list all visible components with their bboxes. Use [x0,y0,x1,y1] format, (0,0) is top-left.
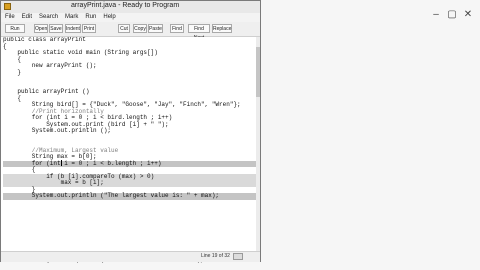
code-text[interactable]: public class arrayPrint{ public static v… [3,37,256,245]
window-controls: – ▢ ✕ [421,6,480,24]
code-line[interactable] [3,239,256,246]
editor-window: arrayPrint.java - Ready to Program File … [0,0,261,262]
replace-button[interactable]: Replace [212,24,232,33]
find-button[interactable]: Find [170,24,184,33]
menu-edit[interactable]: Edit [22,13,32,22]
menu-mark[interactable]: Mark [65,13,78,22]
close-icon[interactable]: ✕ [462,9,474,21]
indent-button[interactable]: Indent [65,24,81,33]
cut-button[interactable]: Cut [118,24,130,33]
code-editor[interactable]: public class arrayPrint{ public static v… [3,37,256,251]
find-next-button[interactable]: Find Next [188,24,210,41]
open-button[interactable]: Open [34,24,48,33]
status-button[interactable] [233,253,243,260]
window-title: arrayPrint.java - Ready to Program [71,2,180,9]
toolbar: Run Open Save Indent Print Cut Copy Past… [1,22,260,41]
copy-button[interactable]: Copy [133,24,147,33]
scrollbar-thumb[interactable] [256,47,260,97]
maximize-icon[interactable]: ▢ [446,9,458,21]
cursor-position: Line 19 of 32 [201,253,230,259]
run-button[interactable]: Run [5,24,25,33]
menu-search[interactable]: Search [39,13,58,22]
menu-file[interactable]: File [5,13,15,22]
menu-help[interactable]: Help [103,13,115,22]
print-button[interactable]: Print [82,24,96,33]
save-button[interactable]: Save [49,24,63,33]
menu-bar: File Edit Search Mark Run Help [1,13,260,22]
app-icon [4,3,11,10]
paste-button[interactable]: Paste [148,24,163,33]
menu-run[interactable]: Run [85,13,96,22]
text-cursor [61,160,62,166]
status-bar: Line 19 of 32 [1,251,260,262]
vertical-scrollbar[interactable] [256,37,260,251]
minimize-icon[interactable]: – [430,9,442,21]
code-line[interactable]: System.out.println ("The largest value i… [3,192,256,200]
